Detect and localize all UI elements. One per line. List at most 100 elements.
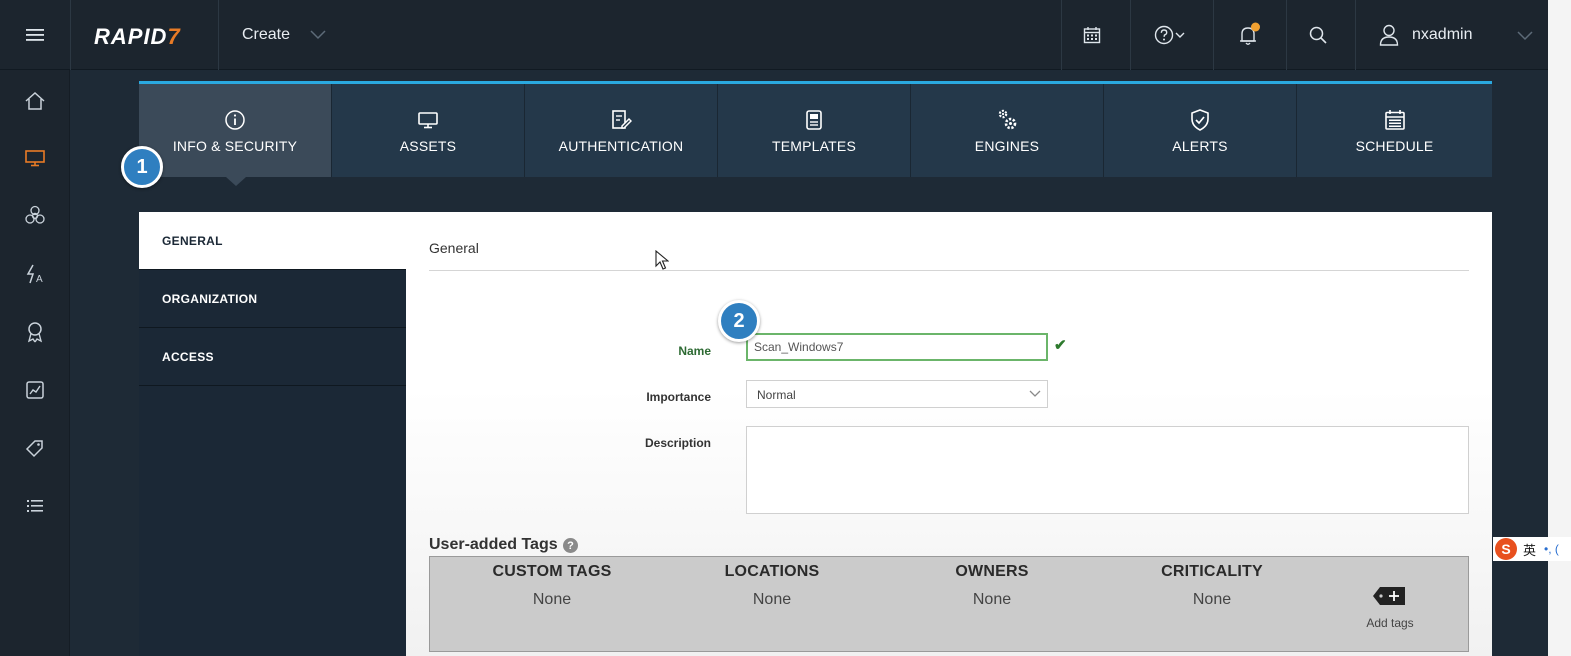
tag-column-value: None bbox=[1192, 591, 1232, 608]
tab-label: TEMPLATES bbox=[771, 137, 856, 154]
app-window: RAPID7 Create nxadmin A INFO & SECURITY … bbox=[0, 0, 1548, 656]
tag-column-header: CUSTOM TAGS bbox=[492, 563, 612, 580]
calendar-button[interactable] bbox=[1062, 0, 1122, 70]
tab-info-security[interactable]: INFO & SECURITY bbox=[139, 84, 332, 177]
tab-label: SCHEDULE bbox=[1355, 137, 1434, 154]
tab-label: ENGINES bbox=[974, 137, 1040, 154]
username-label[interactable]: nxadmin bbox=[1412, 26, 1472, 44]
subnav-item-general[interactable]: GENERAL bbox=[139, 212, 406, 270]
nav-tags[interactable] bbox=[22, 435, 48, 461]
help-menu-button[interactable] bbox=[1131, 0, 1211, 70]
tab-label: ASSETS bbox=[399, 137, 457, 154]
nav-vulnerabilities[interactable] bbox=[22, 203, 48, 229]
content-panel: GENERAL ORGANIZATION ACCESS General Name… bbox=[139, 212, 1492, 656]
award-icon bbox=[27, 322, 43, 343]
tag-column-header: LOCATIONS bbox=[724, 563, 820, 580]
tab-label: AUTHENTICATION bbox=[558, 137, 684, 154]
valid-check-icon: ✔ bbox=[1054, 337, 1067, 354]
tab-engines[interactable]: ENGINES bbox=[911, 84, 1104, 177]
home-icon bbox=[25, 91, 45, 110]
tab-templates[interactable]: TEMPLATES bbox=[718, 84, 911, 177]
tag-column-header: CRITICALITY bbox=[1161, 563, 1263, 580]
importance-label: Importance bbox=[646, 390, 711, 404]
description-textarea[interactable] bbox=[746, 426, 1469, 514]
calendar-icon bbox=[1083, 27, 1101, 44]
svg-text:A: A bbox=[36, 274, 43, 285]
add-tags-label: Add tags bbox=[1366, 616, 1414, 630]
subnav-item-access[interactable]: ACCESS bbox=[139, 328, 406, 386]
tag-column-owners: OWNERS None bbox=[892, 563, 1092, 609]
tab-authentication[interactable]: AUTHENTICATION bbox=[525, 84, 718, 177]
ime-toolbar[interactable]: S 英 •, ( bbox=[1493, 537, 1571, 561]
tab-alerts[interactable]: ALERTS bbox=[1104, 84, 1297, 177]
template-icon bbox=[806, 109, 822, 130]
nav-remediation[interactable] bbox=[22, 319, 48, 345]
notifications-button[interactable] bbox=[1214, 0, 1284, 70]
tag-column-criticality: CRITICALITY None bbox=[1112, 563, 1312, 609]
report-chart-icon bbox=[26, 381, 44, 399]
chevron-down-icon[interactable] bbox=[1517, 31, 1533, 41]
tag-column-custom: CUSTOM TAGS None bbox=[452, 563, 652, 609]
sogou-logo-icon: S bbox=[1495, 538, 1517, 560]
chevron-down-icon[interactable] bbox=[310, 30, 326, 40]
bell-icon bbox=[1240, 22, 1260, 45]
rapid7-logo[interactable]: RAPID7 bbox=[94, 24, 181, 50]
info-icon bbox=[225, 109, 245, 130]
list-icon bbox=[27, 500, 43, 512]
add-tag-icon bbox=[1373, 587, 1405, 605]
help-icon bbox=[1154, 25, 1185, 45]
edit-doc-icon bbox=[612, 109, 632, 129]
site-config-tabs: INFO & SECURITY ASSETS AUTHENTICATION TE… bbox=[139, 81, 1492, 177]
menu-button[interactable] bbox=[0, 0, 70, 70]
search-button[interactable] bbox=[1287, 0, 1349, 70]
monitor-icon bbox=[418, 111, 438, 128]
tab-label: INFO & SECURITY bbox=[172, 137, 298, 154]
nav-policies[interactable]: A bbox=[22, 261, 48, 287]
general-form: General Name ✔ Importance Normal Descrip… bbox=[406, 212, 1492, 656]
section-title: General bbox=[429, 240, 479, 256]
tag-column-locations: LOCATIONS None bbox=[672, 563, 872, 609]
nav-administration[interactable] bbox=[22, 493, 48, 519]
nav-reports[interactable] bbox=[22, 377, 48, 403]
section-subnav: GENERAL ORGANIZATION ACCESS bbox=[139, 212, 406, 656]
user-avatar[interactable] bbox=[1376, 0, 1402, 70]
policy-icon: A bbox=[26, 264, 43, 285]
search-icon bbox=[1309, 26, 1327, 44]
user-tags-title: User-added Tags bbox=[429, 536, 558, 553]
subnav-item-organization[interactable]: ORGANIZATION bbox=[139, 270, 406, 328]
menu-icon bbox=[26, 29, 44, 41]
left-navigation: A bbox=[0, 70, 70, 656]
shield-check-icon bbox=[1191, 108, 1209, 131]
tags-table: CUSTOM TAGS None LOCATIONS None OWNERS N… bbox=[429, 556, 1469, 652]
mouse-cursor-icon bbox=[655, 250, 669, 270]
tag-column-value: None bbox=[532, 591, 572, 608]
tab-label: ALERTS bbox=[1172, 137, 1228, 154]
ime-punctuation[interactable]: •, ( bbox=[1544, 542, 1559, 556]
tab-schedule[interactable]: SCHEDULE bbox=[1297, 84, 1492, 177]
ime-language[interactable]: 英 bbox=[1523, 540, 1536, 559]
user-icon bbox=[1379, 24, 1399, 46]
nav-assets[interactable] bbox=[22, 145, 48, 171]
tag-column-header: OWNERS bbox=[955, 563, 1029, 580]
tag-column-value: None bbox=[972, 591, 1012, 608]
description-label: Description bbox=[644, 436, 711, 450]
importance-value: Normal bbox=[757, 388, 796, 402]
question-icon[interactable]: ? bbox=[563, 538, 578, 553]
step-badge-2: 2 bbox=[718, 300, 760, 342]
biohazard-icon bbox=[25, 205, 45, 224]
tab-assets[interactable]: ASSETS bbox=[332, 84, 525, 177]
chevron-down-icon bbox=[1029, 390, 1041, 397]
step-badge-1: 1 bbox=[121, 146, 163, 188]
top-bar: RAPID7 Create nxadmin bbox=[0, 0, 1548, 70]
divider bbox=[429, 270, 1469, 271]
active-tab-pointer bbox=[226, 177, 246, 186]
gears-icon bbox=[998, 109, 1017, 129]
nav-home[interactable] bbox=[22, 88, 48, 114]
tag-icon bbox=[25, 440, 43, 458]
monitor-icon bbox=[25, 150, 45, 167]
name-input[interactable] bbox=[746, 333, 1048, 361]
calendar-icon bbox=[1384, 109, 1405, 130]
create-menu-label[interactable]: Create bbox=[242, 26, 290, 44]
add-tags-button[interactable]: Add tags bbox=[1360, 585, 1420, 630]
importance-select[interactable]: Normal bbox=[746, 380, 1048, 408]
